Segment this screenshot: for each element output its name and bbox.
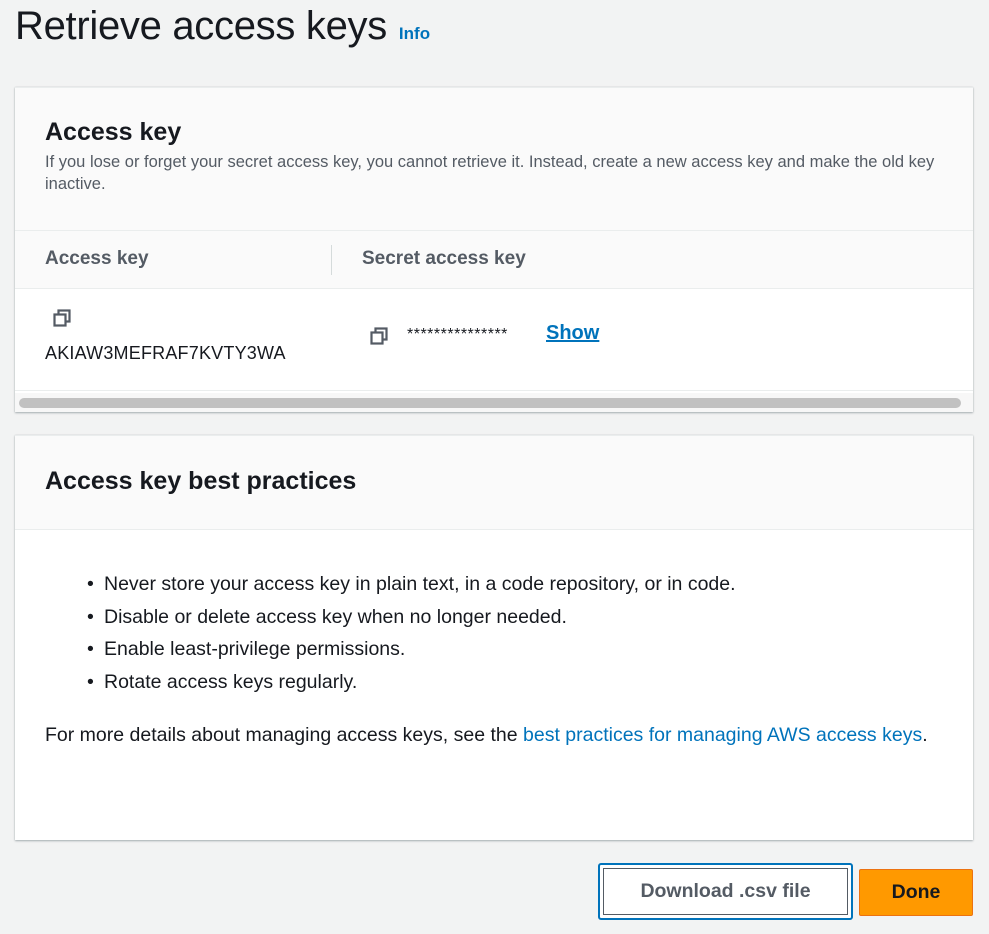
more-details-text: For more details about managing access k… <box>45 719 935 751</box>
access-key-id-value: AKIAW3MEFRAF7KVTY3WA <box>45 343 286 363</box>
access-key-card-description: If you lose or forget your secret access… <box>45 153 935 193</box>
page-title: Retrieve access keys <box>15 4 387 48</box>
scrollbar-thumb[interactable] <box>19 398 961 408</box>
show-secret-link[interactable]: Show <box>546 322 599 345</box>
access-key-card: Access key If you lose or forget your se… <box>15 87 973 412</box>
more-details-suffix: . <box>922 724 928 746</box>
column-divider <box>331 245 332 275</box>
list-item: Disable or delete access key when no lon… <box>87 601 943 634</box>
access-key-card-header: Access key If you lose or forget your se… <box>15 88 973 231</box>
page-header: Retrieve access keys Info <box>15 4 430 49</box>
secret-access-key-masked: *************** <box>407 326 508 343</box>
info-link[interactable]: Info <box>399 24 430 44</box>
table-row: AKIAW3MEFRAF7KVTY3WA *************** Sho… <box>15 289 973 391</box>
best-practices-card-header: Access key best practices <box>15 436 973 530</box>
best-practices-link[interactable]: best practices for managing AWS access k… <box>523 724 922 746</box>
best-practices-card: Access key best practices Never store yo… <box>15 435 973 840</box>
horizontal-scrollbar[interactable] <box>15 393 973 412</box>
copy-icon[interactable] <box>370 327 388 345</box>
column-header-secret-access-key: Secret access key <box>362 248 526 269</box>
best-practices-list: Never store your access key in plain tex… <box>45 568 943 698</box>
copy-icon[interactable] <box>53 309 71 327</box>
list-item: Never store your access key in plain tex… <box>87 568 943 601</box>
download-csv-button[interactable]: Download .csv file <box>598 863 853 920</box>
access-key-table-header: Access key Secret access key <box>15 231 973 289</box>
list-item: Enable least-privilege permissions. <box>87 633 943 666</box>
column-header-access-key: Access key <box>45 248 149 269</box>
access-key-card-title: Access key <box>45 118 182 146</box>
best-practices-body: Never store your access key in plain tex… <box>15 530 973 751</box>
best-practices-card-title: Access key best practices <box>45 467 357 495</box>
download-csv-button-label: Download .csv file <box>603 868 848 915</box>
retrieve-access-keys-page: Retrieve access keys Info Access key If … <box>0 0 989 934</box>
more-details-prefix: For more details about managing access k… <box>45 724 523 746</box>
done-button[interactable]: Done <box>859 869 973 916</box>
list-item: Rotate access keys regularly. <box>87 666 943 699</box>
